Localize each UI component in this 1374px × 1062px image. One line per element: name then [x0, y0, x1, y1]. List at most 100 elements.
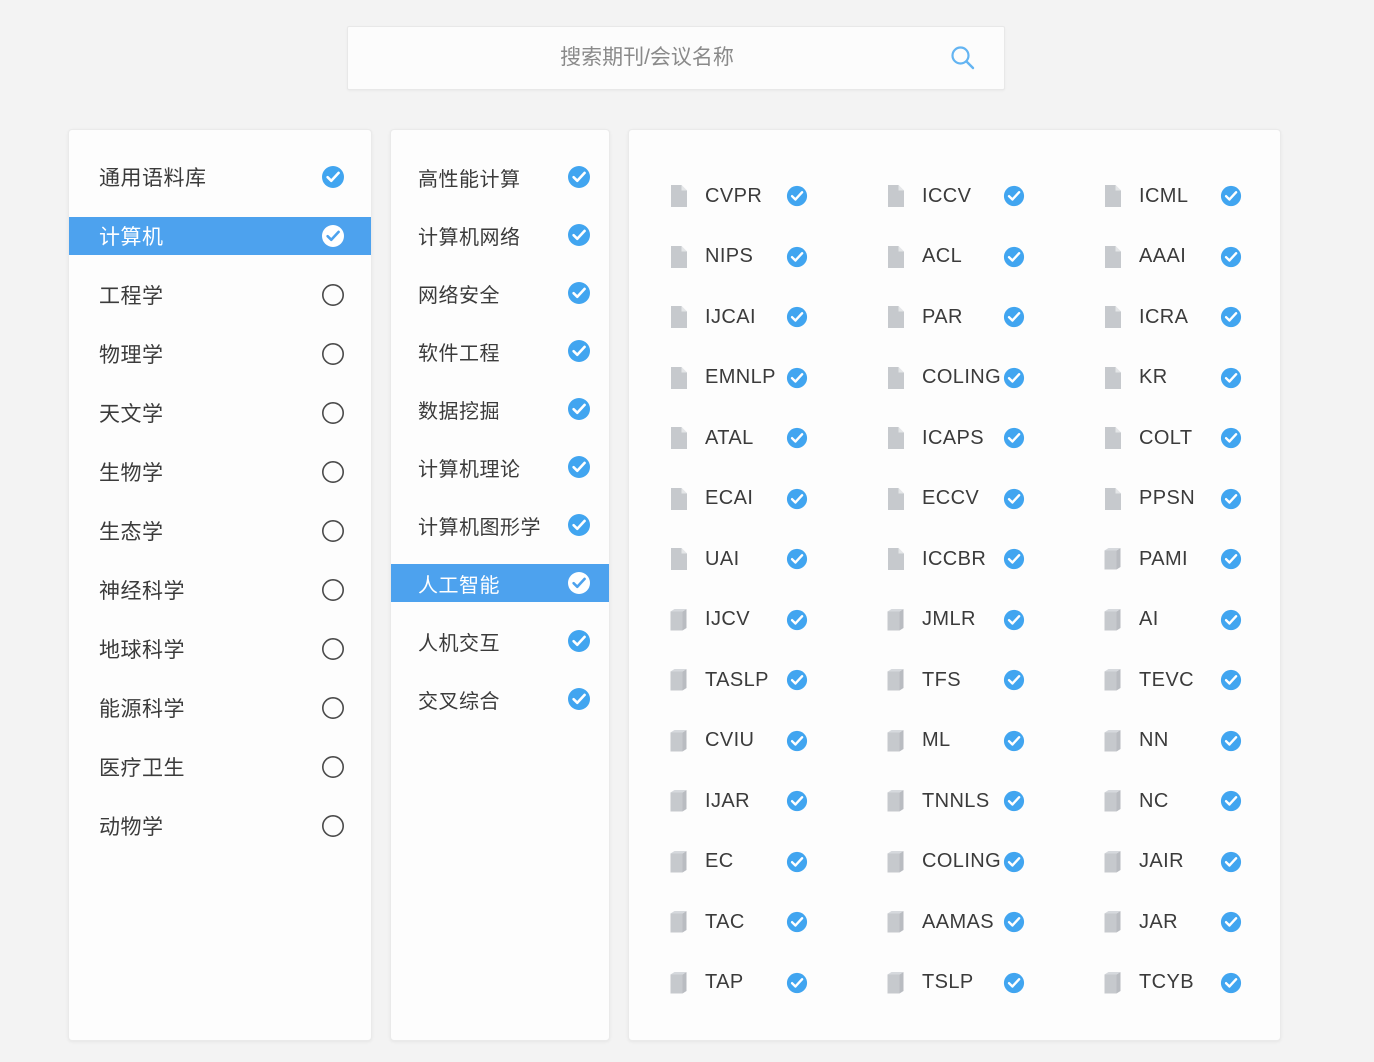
category-item-0[interactable]: 通用语料库 [69, 158, 371, 196]
check-circle-icon[interactable] [567, 513, 591, 537]
check-circle-icon[interactable] [786, 427, 808, 449]
subcategory-item-5[interactable]: 计算机理论 [391, 448, 609, 486]
venue-item-19[interactable]: ICCBR [846, 529, 1063, 590]
venue-item-15[interactable]: ECAI [629, 469, 846, 530]
venue-item-21[interactable]: IJCV [629, 590, 846, 651]
check-circle-icon[interactable] [1220, 730, 1242, 752]
venue-item-18[interactable]: UAI [629, 529, 846, 590]
check-circle-icon[interactable] [1220, 790, 1242, 812]
category-item-8[interactable]: 地球科学 [69, 630, 371, 668]
venue-item-10[interactable]: COLING [846, 348, 1063, 409]
check-circle-icon[interactable] [321, 165, 345, 189]
venue-item-0[interactable]: CVPR [629, 166, 846, 227]
venue-item-5[interactable]: AAAI [1063, 227, 1280, 288]
subcategory-item-0[interactable]: 高性能计算 [391, 158, 609, 196]
check-circle-icon[interactable] [567, 223, 591, 247]
empty-circle-icon[interactable] [321, 696, 345, 720]
check-circle-icon[interactable] [567, 281, 591, 305]
subcategory-item-7[interactable]: 人工智能 [391, 564, 609, 602]
venue-item-20[interactable]: PAMI [1063, 529, 1280, 590]
venue-item-28[interactable]: ML [846, 711, 1063, 772]
category-item-5[interactable]: 生物学 [69, 453, 371, 491]
check-circle-icon[interactable] [786, 911, 808, 933]
venue-item-6[interactable]: IJCAI [629, 287, 846, 348]
check-circle-icon[interactable] [1003, 306, 1025, 328]
check-circle-icon[interactable] [786, 669, 808, 691]
subcategory-item-8[interactable]: 人机交互 [391, 622, 609, 660]
venue-item-22[interactable]: JMLR [846, 590, 1063, 651]
venue-item-2[interactable]: ICML [1063, 166, 1280, 227]
check-circle-icon[interactable] [567, 397, 591, 421]
category-item-11[interactable]: 动物学 [69, 807, 371, 845]
venue-item-37[interactable]: AAMAS [846, 892, 1063, 953]
venue-item-34[interactable]: COLING [846, 832, 1063, 893]
empty-circle-icon[interactable] [321, 755, 345, 779]
subcategory-item-4[interactable]: 数据挖掘 [391, 390, 609, 428]
category-item-1[interactable]: 计算机 [69, 217, 371, 255]
check-circle-icon[interactable] [1220, 427, 1242, 449]
check-circle-icon[interactable] [1003, 488, 1025, 510]
category-item-10[interactable]: 医疗卫生 [69, 748, 371, 786]
venue-item-35[interactable]: JAIR [1063, 832, 1280, 893]
check-circle-icon[interactable] [567, 687, 591, 711]
check-circle-icon[interactable] [1003, 185, 1025, 207]
subcategory-item-3[interactable]: 软件工程 [391, 332, 609, 370]
venue-item-39[interactable]: TAP [629, 953, 846, 1014]
venue-item-12[interactable]: ATAL [629, 408, 846, 469]
check-circle-icon[interactable] [1003, 609, 1025, 631]
subcategory-item-9[interactable]: 交叉综合 [391, 680, 609, 718]
check-circle-icon[interactable] [1003, 730, 1025, 752]
check-circle-icon[interactable] [567, 339, 591, 363]
check-circle-icon[interactable] [1003, 367, 1025, 389]
empty-circle-icon[interactable] [321, 401, 345, 425]
venue-item-4[interactable]: ACL [846, 227, 1063, 288]
venue-item-3[interactable]: NIPS [629, 227, 846, 288]
venue-item-16[interactable]: ECCV [846, 469, 1063, 530]
check-circle-icon[interactable] [786, 246, 808, 268]
check-circle-icon[interactable] [1003, 548, 1025, 570]
venue-item-11[interactable]: KR [1063, 348, 1280, 409]
check-circle-icon[interactable] [1003, 427, 1025, 449]
venue-item-29[interactable]: NN [1063, 711, 1280, 772]
check-circle-icon[interactable] [1220, 911, 1242, 933]
category-item-9[interactable]: 能源科学 [69, 689, 371, 727]
venue-item-23[interactable]: AI [1063, 590, 1280, 651]
search-input[interactable] [348, 27, 1004, 89]
subcategory-item-6[interactable]: 计算机图形学 [391, 506, 609, 544]
subcategory-item-1[interactable]: 计算机网络 [391, 216, 609, 254]
venue-item-14[interactable]: COLT [1063, 408, 1280, 469]
check-circle-icon[interactable] [1003, 790, 1025, 812]
check-circle-icon[interactable] [786, 488, 808, 510]
subcategory-item-2[interactable]: 网络安全 [391, 274, 609, 312]
check-circle-icon[interactable] [1220, 306, 1242, 328]
category-item-4[interactable]: 天文学 [69, 394, 371, 432]
check-circle-icon[interactable] [1220, 972, 1242, 994]
check-circle-icon[interactable] [786, 185, 808, 207]
venue-item-41[interactable]: TCYB [1063, 953, 1280, 1014]
venue-item-36[interactable]: TAC [629, 892, 846, 953]
check-circle-icon[interactable] [1003, 669, 1025, 691]
check-circle-icon[interactable] [1003, 972, 1025, 994]
venue-item-40[interactable]: TSLP [846, 953, 1063, 1014]
venue-item-38[interactable]: JAR [1063, 892, 1280, 953]
check-circle-icon[interactable] [1003, 851, 1025, 873]
search-icon[interactable] [948, 43, 978, 73]
check-circle-icon[interactable] [1220, 367, 1242, 389]
empty-circle-icon[interactable] [321, 578, 345, 602]
venue-item-32[interactable]: NC [1063, 771, 1280, 832]
venue-item-25[interactable]: TFS [846, 650, 1063, 711]
venue-item-8[interactable]: ICRA [1063, 287, 1280, 348]
venue-item-17[interactable]: PPSN [1063, 469, 1280, 530]
search-box[interactable] [347, 26, 1005, 90]
category-item-3[interactable]: 物理学 [69, 335, 371, 373]
venue-item-33[interactable]: EC [629, 832, 846, 893]
category-item-2[interactable]: 工程学 [69, 276, 371, 314]
venue-item-27[interactable]: CVIU [629, 711, 846, 772]
check-circle-icon[interactable] [786, 790, 808, 812]
check-circle-icon[interactable] [567, 571, 591, 595]
check-circle-icon[interactable] [567, 629, 591, 653]
check-circle-icon[interactable] [1220, 669, 1242, 691]
venue-item-24[interactable]: TASLP [629, 650, 846, 711]
check-circle-icon[interactable] [1220, 609, 1242, 631]
check-circle-icon[interactable] [786, 609, 808, 631]
